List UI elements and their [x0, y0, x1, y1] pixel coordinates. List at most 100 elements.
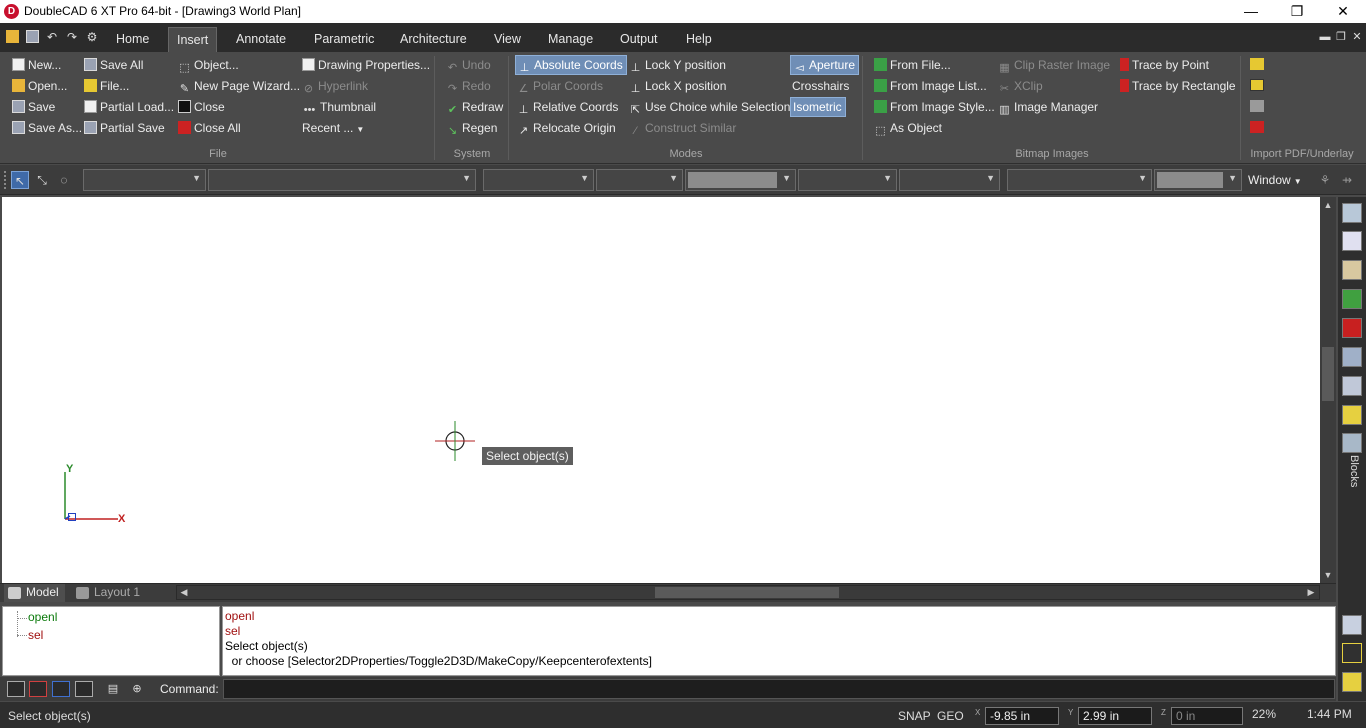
select-arrow-icon[interactable]: ↖: [11, 171, 29, 189]
partial-save-button[interactable]: Partial Save: [82, 118, 168, 138]
clip-raster-image-button[interactable]: ▦ Clip Raster Image: [996, 55, 1113, 75]
cursor-pointer-icon[interactable]: [1342, 615, 1362, 635]
vertical-scroll-thumb[interactable]: [1322, 347, 1334, 401]
partial-load-button[interactable]: Partial Load...: [82, 97, 177, 117]
recent-dropdown[interactable]: Recent ... ▼: [300, 118, 367, 138]
snap-spark-icon[interactable]: [1342, 643, 1362, 663]
mdi-restore-button[interactable]: ❐: [1334, 29, 1348, 45]
thumbnail-button[interactable]: ••• Thumbnail: [300, 97, 379, 117]
menu-parametric[interactable]: Parametric: [306, 27, 382, 52]
horizontal-scrollbar[interactable]: ◀ ▶: [176, 585, 1320, 600]
absolute-coords-toggle[interactable]: ⊥ Absolute Coords: [515, 55, 627, 75]
geo-toggle[interactable]: GEO: [937, 709, 964, 723]
tab-layout-1[interactable]: Layout 1: [72, 584, 168, 602]
text-style-combo[interactable]: ▼: [1007, 169, 1152, 191]
insert-file-button[interactable]: File...: [82, 76, 132, 96]
pen-width-combo[interactable]: ▼: [685, 169, 796, 191]
image-from-style-button[interactable]: From Image Style...: [872, 97, 998, 117]
hyperlink-button[interactable]: ⊘ Hyperlink: [300, 76, 371, 96]
minimize-button[interactable]: —: [1228, 0, 1274, 23]
construct-similar-button[interactable]: ⁄ Construct Similar: [627, 118, 739, 138]
style-combo[interactable]: ▼: [208, 169, 476, 191]
history-item[interactable]: openl: [28, 610, 57, 625]
menu-view[interactable]: View: [486, 27, 529, 52]
image-manager-button[interactable]: ▥ Image Manager: [996, 97, 1101, 117]
menu-home[interactable]: Home: [108, 27, 157, 52]
relocate-origin-button[interactable]: ↗ Relocate Origin: [515, 118, 619, 138]
y-coordinate-field[interactable]: 2.99 in: [1078, 707, 1152, 725]
command-options-icon[interactable]: [75, 681, 93, 697]
close-window-button[interactable]: ✕: [1320, 0, 1366, 23]
scroll-up-arrow-icon[interactable]: ▲: [1322, 199, 1334, 211]
redraw-button[interactable]: ✔ Redraw: [444, 97, 506, 117]
quick-redo-icon[interactable]: ↷: [64, 29, 80, 45]
trace-by-rectangle-button[interactable]: Trace by Rectangle: [1118, 76, 1239, 96]
isometric-toggle[interactable]: Isometric: [790, 97, 846, 117]
z-coordinate-field[interactable]: 0 in: [1171, 707, 1243, 725]
settings-gear-icon[interactable]: ⚙: [84, 29, 100, 45]
close-all-button[interactable]: Close All: [176, 118, 244, 138]
command-window-icon[interactable]: ▤: [104, 681, 122, 697]
select-subobject-icon[interactable]: ⤡: [33, 171, 51, 189]
snap-tools-icon[interactable]: ⚘: [1316, 171, 1334, 189]
polar-coords-toggle[interactable]: ∠ Polar Coords: [515, 76, 606, 96]
toolbar-grip[interactable]: [4, 171, 7, 189]
pattern-combo[interactable]: ▼: [899, 169, 1000, 191]
image-from-file-button[interactable]: From File...: [872, 55, 954, 75]
menu-help[interactable]: Help: [678, 27, 720, 52]
redo-button[interactable]: ↷ Redo: [444, 76, 494, 96]
history-item[interactable]: sel: [28, 628, 43, 643]
x-coordinate-field[interactable]: -9.85 in: [985, 707, 1059, 725]
drawing-canvas[interactable]: Y X Select object(s): [2, 197, 1320, 583]
menu-annotate[interactable]: Annotate: [228, 27, 294, 52]
import-pdf-icon[interactable]: [1250, 58, 1264, 70]
detach-underlay-icon[interactable]: [1250, 121, 1264, 133]
relative-coords-toggle[interactable]: ⊥ Relative Coords: [515, 97, 621, 117]
blocks-panel-tab[interactable]: Blocks: [1344, 455, 1360, 487]
layers-panel-icon[interactable]: [1342, 289, 1362, 309]
menu-architecture[interactable]: Architecture: [392, 27, 475, 52]
lock-x-toggle[interactable]: ⊥ Lock X position: [627, 76, 729, 96]
new-page-wizard-button[interactable]: ✎ New Page Wizard...: [176, 76, 303, 96]
menu-output[interactable]: Output: [612, 27, 666, 52]
scroll-down-arrow-icon[interactable]: ▼: [1322, 569, 1334, 581]
scroll-right-arrow-icon[interactable]: ▶: [1305, 586, 1317, 599]
layer-combo[interactable]: ▼: [83, 169, 206, 191]
pen-color-combo[interactable]: ▼: [483, 169, 594, 191]
symbols-panel-icon[interactable]: [1342, 405, 1362, 425]
drawing-properties-button[interactable]: Drawing Properties...: [300, 55, 433, 75]
save-button[interactable]: Save: [10, 97, 58, 117]
lock-y-toggle[interactable]: ⊥ Lock Y position: [627, 55, 729, 75]
save-all-button[interactable]: Save All: [82, 55, 146, 75]
properties-panel-icon[interactable]: [1342, 231, 1362, 251]
image-panel-icon[interactable]: [1342, 672, 1362, 692]
regen-button[interactable]: ↘ Regen: [444, 118, 500, 138]
selection-panel-icon[interactable]: [1342, 376, 1362, 396]
command-add-icon[interactable]: [52, 681, 70, 697]
image-as-object-button[interactable]: ⬚ As Object: [872, 118, 945, 138]
insert-object-button[interactable]: ⬚ Object...: [176, 55, 242, 75]
aperture-toggle[interactable]: ◅ Aperture: [790, 55, 860, 75]
library-icon[interactable]: [1342, 260, 1362, 280]
window-dropdown[interactable]: Window ▼: [1248, 173, 1302, 187]
undo-button[interactable]: ↶ Undo: [444, 55, 494, 75]
blocks-panel-icon[interactable]: [1342, 433, 1362, 453]
close-button[interactable]: Close: [176, 97, 228, 117]
xclip-button[interactable]: ✂ XClip: [996, 76, 1046, 96]
crosshairs-toggle[interactable]: Crosshairs: [790, 76, 852, 96]
tab-model[interactable]: Model: [4, 584, 65, 602]
quick-undo-icon[interactable]: ↶: [44, 29, 60, 45]
menu-insert[interactable]: Insert: [168, 27, 218, 52]
brush-combo[interactable]: ▼: [798, 169, 897, 191]
mdi-minimize-button[interactable]: ▬: [1318, 29, 1332, 45]
vertical-scrollbar[interactable]: ▲ ▼: [1320, 197, 1336, 583]
trace-by-point-button[interactable]: Trace by Point: [1118, 55, 1212, 75]
pen-style-combo[interactable]: ▼: [596, 169, 683, 191]
scale-combo[interactable]: ▼: [1154, 169, 1242, 191]
design-director-icon[interactable]: [1342, 203, 1362, 223]
views-panel-icon[interactable]: [1342, 347, 1362, 367]
lasso-select-icon[interactable]: ◌: [55, 171, 73, 189]
restore-button[interactable]: ❐: [1274, 0, 1320, 23]
open-folder-icon[interactable]: [4, 29, 20, 45]
underlay-manager-icon[interactable]: [1250, 100, 1264, 112]
